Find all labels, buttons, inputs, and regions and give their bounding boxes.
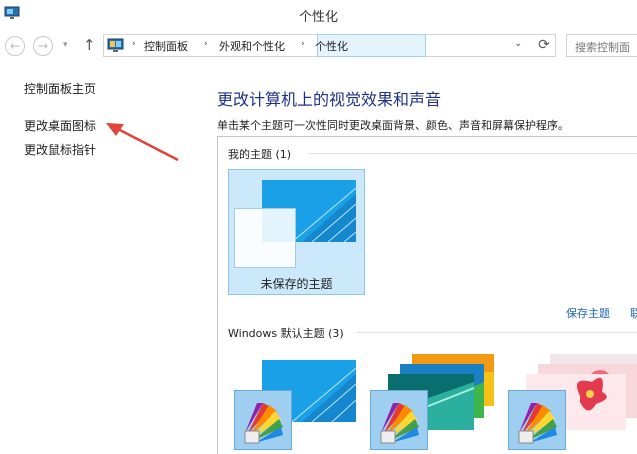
recent-locations-icon[interactable]: ▾: [63, 40, 68, 50]
up-arrow-icon[interactable]: ↑: [83, 36, 96, 54]
refresh-icon: ⟳: [538, 37, 550, 53]
divider: [308, 153, 637, 154]
color-palette-icon: [508, 390, 566, 450]
forward-button[interactable]: →: [33, 36, 53, 56]
window-title: 个性化: [298, 10, 338, 25]
control-panel-icon: [107, 38, 124, 52]
window: 个性化 ← → ▾ ↑ › 控制面板 › 外观和个性化 › 个性化 ⌄ ⟳ 搜索…: [0, 0, 637, 454]
theme-name-label: 未保存的主题: [260, 277, 333, 291]
breadcrumb-separator-icon[interactable]: ›: [204, 39, 208, 49]
color-palette-icon: [370, 390, 428, 450]
breadcrumb-appearance[interactable]: 外观和个性化: [219, 38, 285, 54]
chevron-down-icon[interactable]: ⌄: [514, 38, 522, 49]
forward-arrow-icon: →: [37, 39, 49, 53]
group-my-themes: 我的主题 (1): [228, 148, 292, 161]
breadcrumb-separator-icon[interactable]: ›: [132, 39, 136, 49]
breadcrumb-control-panel[interactable]: 控制面板: [144, 38, 188, 54]
link-change-desktop-icons[interactable]: 更改桌面图标: [24, 117, 96, 134]
back-button[interactable]: ←: [5, 36, 25, 56]
address-bar[interactable]: › 控制面板 › 外观和个性化 › 个性化 ⌄: [103, 34, 556, 57]
refresh-button[interactable]: ⟳: [533, 34, 555, 57]
search-input[interactable]: 搜索控制面: [566, 34, 637, 57]
annotation-arrow-icon: [106, 123, 179, 162]
link-change-mouse-pointers[interactable]: 更改鼠标指针: [24, 141, 96, 158]
breadcrumb-personalization[interactable]: 个性化: [315, 38, 348, 54]
group-windows-themes: Windows 默认主题 (3): [228, 327, 344, 340]
title-bar: 个性化: [0, 0, 637, 30]
save-theme-link[interactable]: 保存主题: [566, 305, 610, 321]
search-placeholder: 搜索控制面: [575, 41, 630, 54]
breadcrumb-separator-icon[interactable]: ›: [301, 39, 305, 49]
back-arrow-icon: ←: [9, 39, 21, 53]
color-palette-icon: [234, 390, 292, 450]
theme-window-preview: [234, 208, 296, 268]
online-themes-link[interactable]: 联: [630, 305, 637, 321]
link-control-panel-home[interactable]: 控制面板主页: [24, 80, 96, 97]
divider: [356, 332, 637, 333]
page-subtitle: 单击某个主题可一次性同时更改桌面背景、颜色、声音和屏幕保护程序。: [217, 119, 569, 132]
page-title: 更改计算机上的视觉效果和声音: [217, 90, 442, 109]
